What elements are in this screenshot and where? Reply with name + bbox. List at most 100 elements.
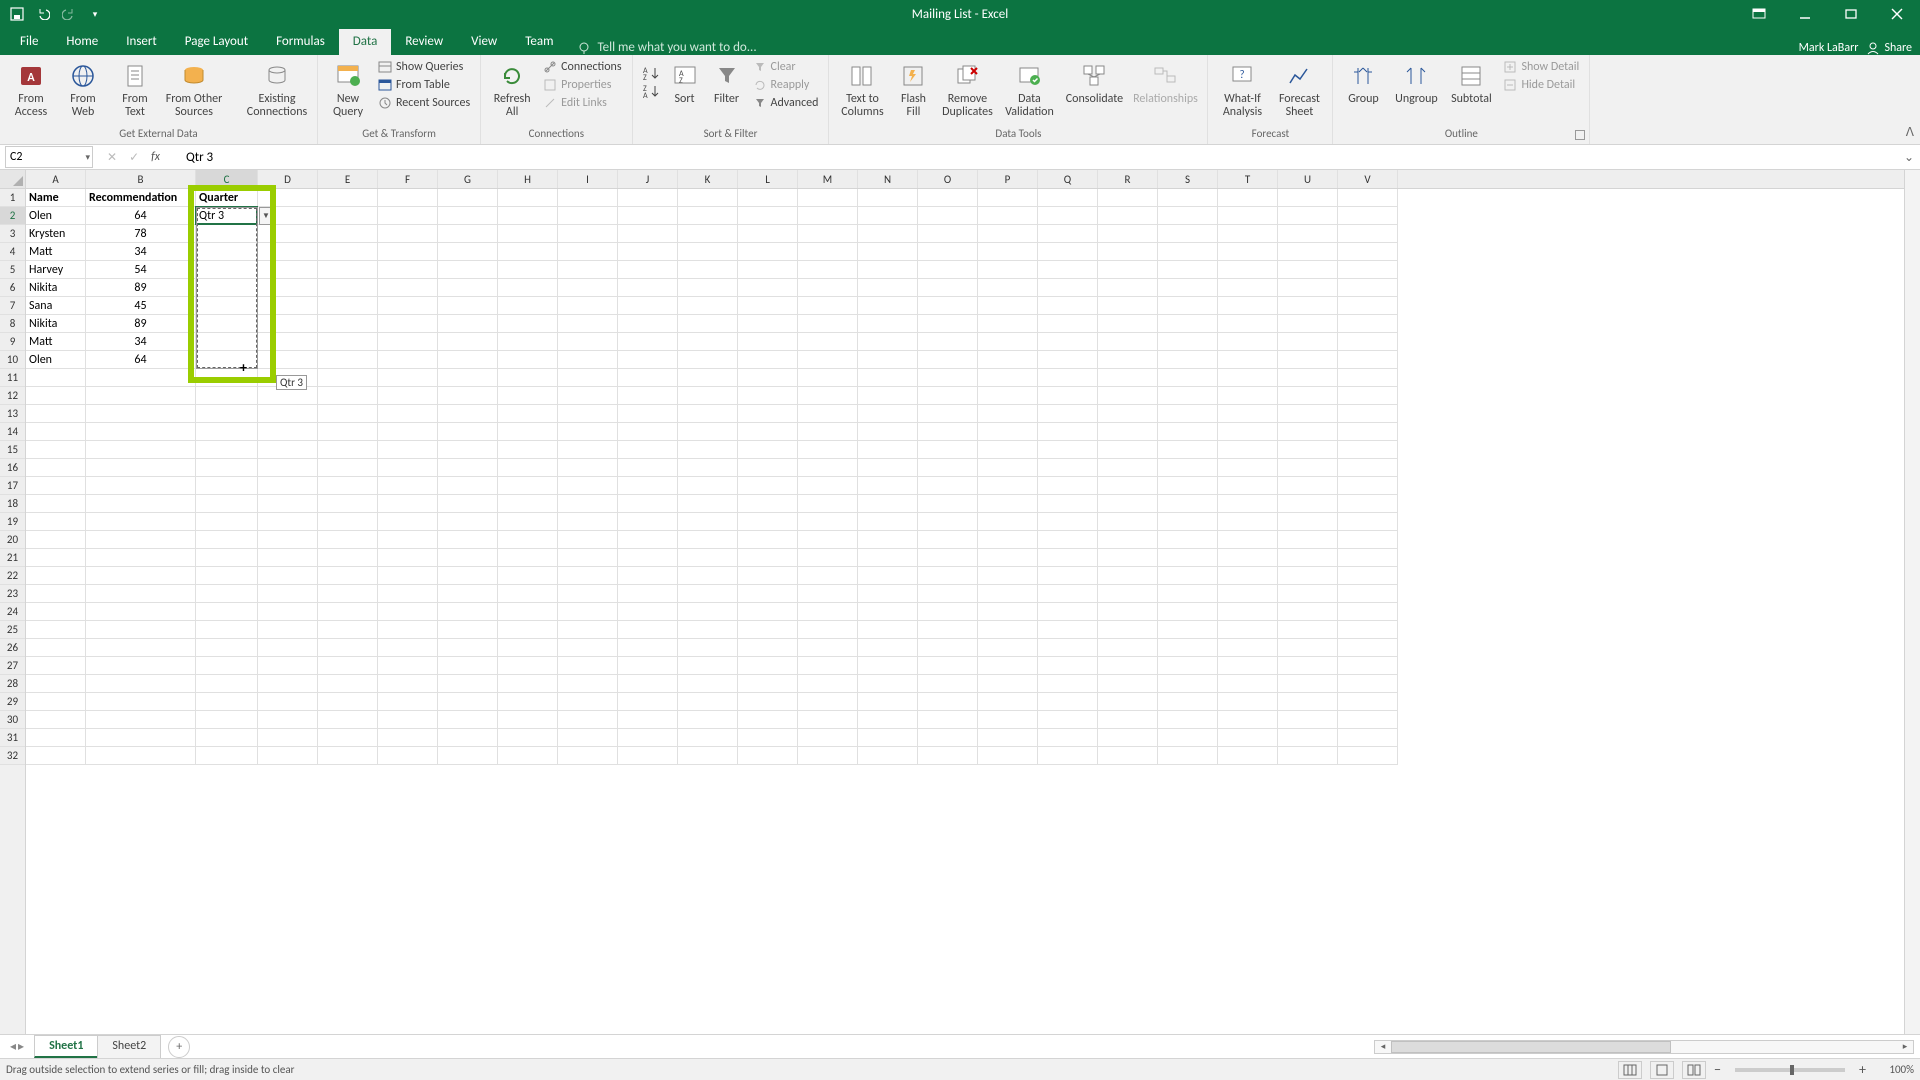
cell-A21[interactable] (26, 549, 86, 567)
cell-I7[interactable] (558, 297, 618, 315)
cell-E13[interactable] (318, 405, 378, 423)
cell-C13[interactable] (196, 405, 258, 423)
cell-A32[interactable] (26, 747, 86, 765)
cell-G32[interactable] (438, 747, 498, 765)
row-header-25[interactable]: 25 (0, 621, 25, 639)
cell-O11[interactable] (918, 369, 978, 387)
cell-M8[interactable] (798, 315, 858, 333)
cell-T15[interactable] (1218, 441, 1278, 459)
cell-A14[interactable] (26, 423, 86, 441)
cell-A10[interactable]: Olen (26, 351, 86, 369)
cell-P22[interactable] (978, 567, 1038, 585)
cell-G27[interactable] (438, 657, 498, 675)
collapse-ribbon-icon[interactable]: ᐱ (1906, 125, 1914, 140)
row-header-12[interactable]: 12 (0, 387, 25, 405)
cell-N30[interactable] (858, 711, 918, 729)
cell-U32[interactable] (1278, 747, 1338, 765)
cell-U8[interactable] (1278, 315, 1338, 333)
cell-K32[interactable] (678, 747, 738, 765)
cell-J18[interactable] (618, 495, 678, 513)
row-header-10[interactable]: 10 (0, 351, 25, 369)
cell-L8[interactable] (738, 315, 798, 333)
cell-K22[interactable] (678, 567, 738, 585)
cell-O25[interactable] (918, 621, 978, 639)
cell-B17[interactable] (86, 477, 196, 495)
cell-G25[interactable] (438, 621, 498, 639)
cell-J1[interactable] (618, 189, 678, 207)
cell-H30[interactable] (498, 711, 558, 729)
col-header-H[interactable]: H (498, 170, 558, 188)
cell-S31[interactable] (1158, 729, 1218, 747)
cell-T27[interactable] (1218, 657, 1278, 675)
cell-C24[interactable] (196, 603, 258, 621)
cell-C28[interactable] (196, 675, 258, 693)
cell-J10[interactable] (618, 351, 678, 369)
cell-K28[interactable] (678, 675, 738, 693)
cell-A26[interactable] (26, 639, 86, 657)
cell-R23[interactable] (1098, 585, 1158, 603)
cell-G18[interactable] (438, 495, 498, 513)
cell-N20[interactable] (858, 531, 918, 549)
row-header-11[interactable]: 11 (0, 369, 25, 387)
cell-T6[interactable] (1218, 279, 1278, 297)
cell-U18[interactable] (1278, 495, 1338, 513)
cell-M23[interactable] (798, 585, 858, 603)
cell-U27[interactable] (1278, 657, 1338, 675)
sort-asc-button[interactable]: AZ (641, 65, 661, 81)
cell-R6[interactable] (1098, 279, 1158, 297)
cell-I8[interactable] (558, 315, 618, 333)
cell-E23[interactable] (318, 585, 378, 603)
row-header-21[interactable]: 21 (0, 549, 25, 567)
cell-L9[interactable] (738, 333, 798, 351)
cell-V3[interactable] (1338, 225, 1398, 243)
cell-R5[interactable] (1098, 261, 1158, 279)
remove-duplicates-button[interactable]: Remove Duplicates (939, 59, 995, 119)
cell-V24[interactable] (1338, 603, 1398, 621)
from-web-button[interactable]: From Web (60, 59, 106, 119)
filter-button[interactable]: Filter (709, 59, 745, 106)
cell-F31[interactable] (378, 729, 438, 747)
cell-C17[interactable] (196, 477, 258, 495)
cell-B18[interactable] (86, 495, 196, 513)
row-header-15[interactable]: 15 (0, 441, 25, 459)
col-header-B[interactable]: B (86, 170, 196, 188)
cell-O9[interactable] (918, 333, 978, 351)
cell-I22[interactable] (558, 567, 618, 585)
cell-D30[interactable] (258, 711, 318, 729)
cell-N17[interactable] (858, 477, 918, 495)
cell-O23[interactable] (918, 585, 978, 603)
cell-J11[interactable] (618, 369, 678, 387)
cell-T2[interactable] (1218, 207, 1278, 225)
cell-O17[interactable] (918, 477, 978, 495)
cell-A19[interactable] (26, 513, 86, 531)
cell-R14[interactable] (1098, 423, 1158, 441)
spreadsheet-grid[interactable]: 1234567891011121314151617181920212223242… (0, 170, 1920, 1034)
cell-S3[interactable] (1158, 225, 1218, 243)
cell-D11[interactable] (258, 369, 318, 387)
sheet-nav-prev-icon[interactable]: ◂ (10, 1039, 16, 1054)
cell-T3[interactable] (1218, 225, 1278, 243)
cell-U29[interactable] (1278, 693, 1338, 711)
cell-E32[interactable] (318, 747, 378, 765)
cell-P14[interactable] (978, 423, 1038, 441)
cell-N6[interactable] (858, 279, 918, 297)
cell-V27[interactable] (1338, 657, 1398, 675)
cell-R9[interactable] (1098, 333, 1158, 351)
cell-C31[interactable] (196, 729, 258, 747)
cell-G1[interactable] (438, 189, 498, 207)
cell-R8[interactable] (1098, 315, 1158, 333)
cell-C11[interactable] (196, 369, 258, 387)
cell-D25[interactable] (258, 621, 318, 639)
cell-K14[interactable] (678, 423, 738, 441)
cell-O5[interactable] (918, 261, 978, 279)
cell-S1[interactable] (1158, 189, 1218, 207)
cell-M31[interactable] (798, 729, 858, 747)
cell-A29[interactable] (26, 693, 86, 711)
ungroup-button[interactable]: Ungroup (1391, 59, 1441, 106)
cell-B2[interactable]: 64 (86, 207, 196, 225)
cell-O20[interactable] (918, 531, 978, 549)
cell-P10[interactable] (978, 351, 1038, 369)
row-header-6[interactable]: 6 (0, 279, 25, 297)
cell-A13[interactable] (26, 405, 86, 423)
cell-T22[interactable] (1218, 567, 1278, 585)
